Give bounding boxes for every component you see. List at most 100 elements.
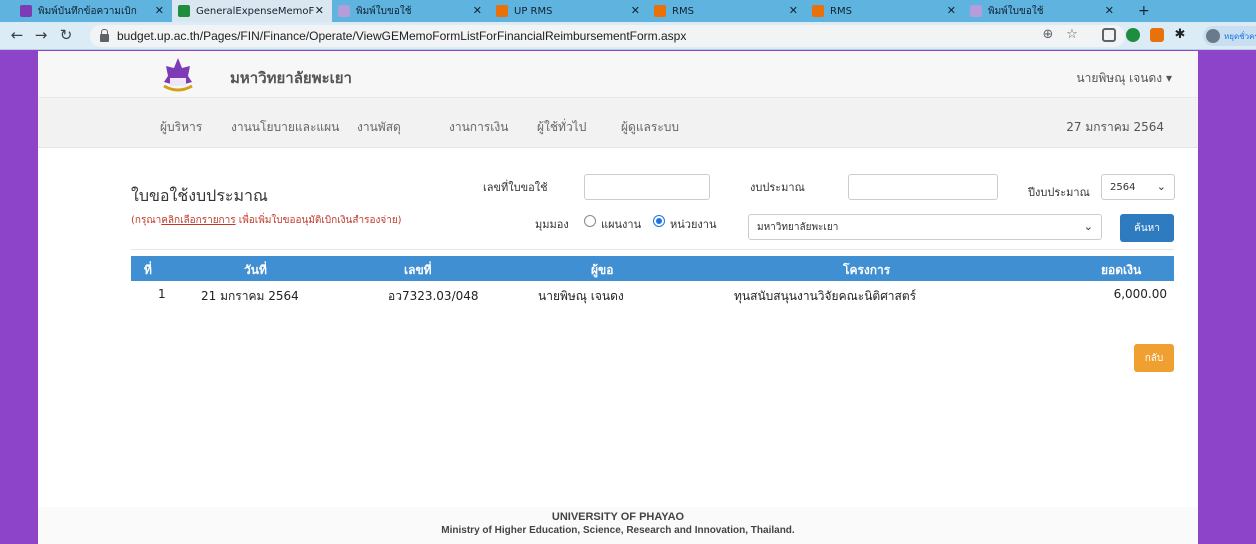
nav-item-general-user[interactable]: ผู้ใช้ทั่วไป	[537, 118, 586, 137]
cell-doc-no: อว7323.03/048	[388, 289, 479, 303]
cell-requester: นายพิษณุ เจนดง	[538, 289, 624, 303]
page-title: ใบขอใช้งบประมาณ	[131, 186, 268, 205]
back-arrow-icon[interactable]: ←	[8, 26, 26, 44]
tab-title: RMS	[672, 5, 694, 17]
fiscal-year-label: ปีงบประมาณ	[1028, 186, 1090, 199]
column-header-no: ที่	[144, 263, 152, 277]
new-tab-button[interactable]: +	[1132, 0, 1152, 22]
site-title: มหาวิทยาลัยพะเยา	[230, 69, 352, 87]
close-icon[interactable]: ✕	[315, 4, 324, 17]
tab-title: พิมพ์ใบขอใช้	[356, 5, 412, 17]
tab-title: พิมพ์ใบขอใช้	[988, 5, 1044, 17]
close-icon[interactable]: ✕	[155, 4, 164, 17]
instruction-text: (กรุณาคลิกเลือกรายการ เพื่อเพิ่มใบขออนุม…	[131, 213, 402, 228]
browser-toolbar: ← → ↻ budget.up.ac.th/Pages/FIN/Finance/…	[0, 22, 1256, 50]
tab-favicon-icon	[970, 5, 982, 17]
hint-link[interactable]: คลิกเลือกรายการ	[161, 215, 235, 226]
request-table: ที่ วันที่ เลขที่ ผู้ขอ โครงการ ยอดเงิน …	[131, 256, 1174, 308]
nav-item-executive[interactable]: ผู้บริหาร	[160, 118, 202, 137]
view-plan-radio[interactable]	[584, 215, 596, 227]
browser-tab-2[interactable]: GeneralExpenseMemoF ✕	[172, 0, 332, 22]
close-icon[interactable]: ✕	[631, 4, 640, 17]
tab-favicon-icon	[178, 5, 190, 17]
close-icon[interactable]: ✕	[473, 4, 482, 17]
view-plan-label: แผนงาน	[601, 218, 642, 231]
current-date: 27 มกราคม 2564	[1066, 120, 1164, 134]
lock-icon	[100, 29, 109, 42]
cell-no: 1	[158, 287, 166, 301]
bookmark-star-icon[interactable]: ☆	[1064, 27, 1080, 43]
profile-label: หยุดชั่วคราว	[1224, 31, 1256, 41]
budget-input[interactable]	[848, 174, 998, 200]
university-logo-icon	[163, 58, 193, 92]
table-row[interactable]: 1 21 มกราคม 2564 อว7323.03/048 นายพิษณุ …	[131, 281, 1174, 308]
browser-tab-6[interactable]: RMS ✕	[806, 0, 964, 22]
cell-date: 21 มกราคม 2564	[201, 289, 299, 303]
tab-favicon-icon	[812, 5, 824, 17]
address-bar[interactable]: budget.up.ac.th/Pages/FIN/Finance/Operat…	[90, 25, 1125, 47]
tab-title: GeneralExpenseMemoF	[196, 5, 315, 17]
site-header: มหาวิทยาลัยพะเยา นายพิษณุ เจนดง ▾	[38, 51, 1198, 98]
column-header-amount: ยอดเงิน	[1101, 263, 1142, 277]
column-header-doc-no: เลขที่	[404, 263, 432, 277]
back-button[interactable]: กลับ	[1134, 344, 1174, 372]
view-unit-label: หน่วยงาน	[670, 218, 717, 231]
search-button[interactable]: ค้นหา	[1120, 214, 1174, 242]
page-footer: UNIVERSITY OF PHAYAO Ministry of Higher …	[38, 507, 1198, 544]
unit-select[interactable]: มหาวิทยาลัยพะเยา ⌄	[748, 214, 1102, 240]
tab-title: UP RMS	[514, 5, 553, 17]
fiscal-year-select[interactable]: 2564 ⌄	[1101, 174, 1175, 200]
unit-value: มหาวิทยาลัยพะเยา	[757, 221, 839, 233]
nav-item-supplies[interactable]: งานพัสดุ	[357, 118, 401, 137]
nav-item-admin[interactable]: ผู้ดูแลระบบ	[621, 118, 679, 137]
puzzle-icon[interactable]: ✱	[1172, 27, 1188, 43]
request-no-label: เลขที่ใบขอใช้	[483, 181, 548, 194]
extension-icon[interactable]	[1126, 28, 1140, 42]
reload-icon[interactable]: ↻	[57, 26, 75, 44]
tab-favicon-icon	[338, 5, 350, 17]
avatar	[1206, 29, 1220, 43]
browser-tab-strip: พิมพ์บันทึกข้อความเบิก ✕ GeneralExpenseM…	[0, 0, 1256, 22]
tab-favicon-icon	[20, 5, 32, 17]
browser-tab-1[interactable]: พิมพ์บันทึกข้อความเบิก ✕	[14, 0, 172, 22]
cell-project: ทุนสนับสนุนงานวิจัยคณะนิติศาสตร์	[734, 289, 917, 303]
profile-button[interactable]: หยุดชั่วคราว	[1203, 26, 1256, 46]
close-icon[interactable]: ✕	[1105, 4, 1114, 17]
cell-amount: 6,000.00	[1113, 287, 1167, 301]
view-label: มุมมอง	[535, 218, 569, 231]
forward-arrow-icon[interactable]: →	[32, 26, 50, 44]
close-icon[interactable]: ✕	[947, 4, 956, 17]
divider	[131, 249, 1174, 250]
chevron-down-icon: ⌄	[1156, 180, 1166, 193]
url-text: budget.up.ac.th/Pages/FIN/Finance/Operat…	[117, 29, 687, 43]
browser-tab-4[interactable]: UP RMS ✕	[490, 0, 648, 22]
footer-ministry: Ministry of Higher Education, Science, R…	[441, 525, 795, 536]
browser-tab-5[interactable]: RMS ✕	[648, 0, 806, 22]
tab-favicon-icon	[654, 5, 666, 17]
extension-icon[interactable]	[1102, 28, 1116, 42]
hint-suffix: เพื่อเพิ่มใบขออนุมัติเบิกเงินสำรองจ่าย)	[235, 215, 402, 226]
extension-icon[interactable]	[1150, 28, 1164, 42]
nav-item-policy-plan[interactable]: งานนโยบายและแผน	[231, 118, 339, 137]
column-header-date: วันที่	[244, 263, 267, 277]
main-nav: ผู้บริหาร งานนโยบายและแผน งานพัสดุ งานกา…	[38, 98, 1198, 148]
user-menu[interactable]: นายพิษณุ เจนดง ▾	[1076, 69, 1172, 88]
tab-title: RMS	[830, 5, 852, 17]
column-header-project: โครงการ	[843, 263, 891, 277]
fiscal-year-value: 2564	[1110, 181, 1136, 193]
page: มหาวิทยาลัยพะเยา นายพิษณุ เจนดง ▾ ผู้บริ…	[38, 51, 1198, 544]
browser-tab-7[interactable]: พิมพ์ใบขอใช้ ✕	[964, 0, 1122, 22]
request-no-input[interactable]	[584, 174, 710, 200]
view-unit-radio[interactable]	[653, 215, 665, 227]
tab-title: พิมพ์บันทึกข้อความเบิก	[38, 5, 137, 17]
nav-item-finance[interactable]: งานการเงิน	[449, 118, 508, 137]
column-header-requester: ผู้ขอ	[591, 263, 614, 277]
footer-university: UNIVERSITY OF PHAYAO	[551, 511, 685, 523]
table-header: ที่ วันที่ เลขที่ ผู้ขอ โครงการ ยอดเงิน	[131, 256, 1174, 281]
chevron-down-icon: ⌄	[1083, 220, 1093, 233]
tab-favicon-icon	[496, 5, 508, 17]
browser-tab-3[interactable]: พิมพ์ใบขอใช้ ✕	[332, 0, 490, 22]
hint-prefix: (กรุณา	[131, 215, 162, 226]
close-icon[interactable]: ✕	[789, 4, 798, 17]
zoom-icon[interactable]: ⊕	[1040, 27, 1056, 43]
